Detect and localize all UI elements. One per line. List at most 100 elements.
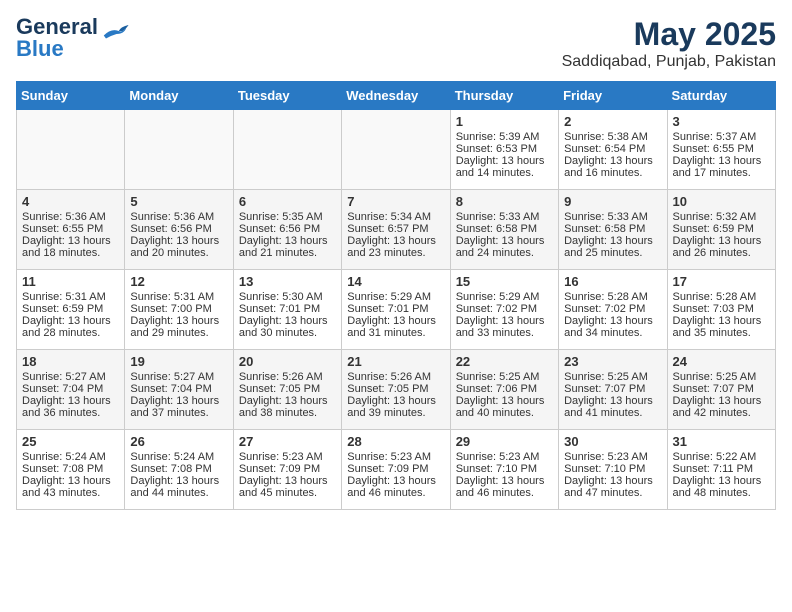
day-info: Sunrise: 5:38 AM [564, 131, 661, 143]
day-info: Daylight: 13 hours [456, 395, 553, 407]
day-info: Daylight: 13 hours [130, 235, 227, 247]
day-info: Sunrise: 5:34 AM [347, 211, 444, 223]
day-info: Daylight: 13 hours [239, 395, 336, 407]
day-info: Sunset: 7:08 PM [22, 463, 119, 475]
day-info: Sunset: 7:01 PM [239, 303, 336, 315]
day-info: and 39 minutes. [347, 407, 444, 419]
calendar-cell: 9Sunrise: 5:33 AMSunset: 6:58 PMDaylight… [559, 190, 667, 270]
calendar-cell: 14Sunrise: 5:29 AMSunset: 7:01 PMDayligh… [342, 270, 450, 350]
day-info: Sunset: 7:09 PM [239, 463, 336, 475]
day-info: Sunrise: 5:28 AM [673, 291, 770, 303]
day-number: 27 [239, 434, 336, 449]
day-number: 11 [22, 274, 119, 289]
day-info: Daylight: 13 hours [22, 395, 119, 407]
day-info: Sunrise: 5:23 AM [239, 451, 336, 463]
calendar-cell: 19Sunrise: 5:27 AMSunset: 7:04 PMDayligh… [125, 350, 233, 430]
day-info: Daylight: 13 hours [239, 235, 336, 247]
week-row-5: 25Sunrise: 5:24 AMSunset: 7:08 PMDayligh… [17, 430, 776, 510]
day-info: and 37 minutes. [130, 407, 227, 419]
day-info: Sunrise: 5:37 AM [673, 131, 770, 143]
calendar-cell: 12Sunrise: 5:31 AMSunset: 7:00 PMDayligh… [125, 270, 233, 350]
day-info: Sunset: 6:53 PM [456, 143, 553, 155]
day-info: Sunrise: 5:30 AM [239, 291, 336, 303]
logo: GeneralBlue [16, 16, 130, 60]
day-info: Sunrise: 5:23 AM [564, 451, 661, 463]
logo-bird-icon [100, 22, 130, 40]
calendar-cell: 28Sunrise: 5:23 AMSunset: 7:09 PMDayligh… [342, 430, 450, 510]
day-number: 3 [673, 114, 770, 129]
day-info: Sunrise: 5:31 AM [22, 291, 119, 303]
day-number: 13 [239, 274, 336, 289]
calendar-cell: 16Sunrise: 5:28 AMSunset: 7:02 PMDayligh… [559, 270, 667, 350]
day-info: and 24 minutes. [456, 247, 553, 259]
day-info: Sunset: 7:02 PM [456, 303, 553, 315]
day-info: Sunset: 7:06 PM [456, 383, 553, 395]
location: Saddiqabad, Punjab, Pakistan [562, 53, 776, 71]
day-info: Sunrise: 5:29 AM [456, 291, 553, 303]
day-info: Sunrise: 5:26 AM [347, 371, 444, 383]
day-info: and 28 minutes. [22, 327, 119, 339]
header-day-saturday: Saturday [667, 82, 775, 110]
day-number: 4 [22, 194, 119, 209]
day-info: and 23 minutes. [347, 247, 444, 259]
day-info: Daylight: 13 hours [564, 315, 661, 327]
day-info: and 41 minutes. [564, 407, 661, 419]
day-info: Sunset: 7:04 PM [130, 383, 227, 395]
day-info: Sunrise: 5:29 AM [347, 291, 444, 303]
day-info: Sunset: 7:05 PM [347, 383, 444, 395]
week-row-1: 1Sunrise: 5:39 AMSunset: 6:53 PMDaylight… [17, 110, 776, 190]
day-info: Sunrise: 5:35 AM [239, 211, 336, 223]
calendar-cell: 25Sunrise: 5:24 AMSunset: 7:08 PMDayligh… [17, 430, 125, 510]
day-info: Daylight: 13 hours [130, 475, 227, 487]
day-info: Sunset: 7:05 PM [239, 383, 336, 395]
day-info: and 45 minutes. [239, 487, 336, 499]
title-section: May 2025 Saddiqabad, Punjab, Pakistan [562, 16, 776, 71]
day-info: Sunrise: 5:31 AM [130, 291, 227, 303]
header-day-thursday: Thursday [450, 82, 558, 110]
day-info: and 36 minutes. [22, 407, 119, 419]
calendar-table: SundayMondayTuesdayWednesdayThursdayFrid… [16, 81, 776, 510]
day-info: and 30 minutes. [239, 327, 336, 339]
day-info: Daylight: 13 hours [673, 395, 770, 407]
day-info: Sunset: 7:10 PM [564, 463, 661, 475]
day-info: Sunrise: 5:24 AM [22, 451, 119, 463]
day-info: Daylight: 13 hours [456, 315, 553, 327]
calendar-cell: 17Sunrise: 5:28 AMSunset: 7:03 PMDayligh… [667, 270, 775, 350]
day-info: Sunrise: 5:33 AM [456, 211, 553, 223]
day-info: and 21 minutes. [239, 247, 336, 259]
calendar-cell: 13 Sunrise: 5:30 AMSunset: 7:01 PMDayligh… [233, 270, 341, 350]
day-info: Daylight: 13 hours [673, 155, 770, 167]
day-number: 15 [456, 274, 553, 289]
day-number: 23 [564, 354, 661, 369]
day-number: 6 [239, 194, 336, 209]
calendar-cell: 1Sunrise: 5:39 AMSunset: 6:53 PMDaylight… [450, 110, 558, 190]
calendar-cell: 27Sunrise: 5:23 AMSunset: 7:09 PMDayligh… [233, 430, 341, 510]
day-info: Sunset: 6:55 PM [22, 223, 119, 235]
day-info: Daylight: 13 hours [673, 315, 770, 327]
calendar-cell: 3Sunrise: 5:37 AMSunset: 6:55 PMDaylight… [667, 110, 775, 190]
calendar-cell: 4Sunrise: 5:36 AMSunset: 6:55 PMDaylight… [17, 190, 125, 270]
day-info: Sunrise: 5:23 AM [456, 451, 553, 463]
day-info: and 43 minutes. [22, 487, 119, 499]
calendar-body: 1Sunrise: 5:39 AMSunset: 6:53 PMDaylight… [17, 110, 776, 510]
day-info: and 47 minutes. [564, 487, 661, 499]
day-info: Sunrise: 5:36 AM [130, 211, 227, 223]
day-info: Sunrise: 5:25 AM [673, 371, 770, 383]
calendar-cell: 6Sunrise: 5:35 AMSunset: 6:56 PMDaylight… [233, 190, 341, 270]
day-info: Daylight: 13 hours [564, 155, 661, 167]
day-info: Sunset: 6:58 PM [456, 223, 553, 235]
calendar-cell: 18Sunrise: 5:27 AMSunset: 7:04 PMDayligh… [17, 350, 125, 430]
day-info: Sunset: 7:04 PM [22, 383, 119, 395]
day-number: 26 [130, 434, 227, 449]
calendar-cell: 23Sunrise: 5:25 AMSunset: 7:07 PMDayligh… [559, 350, 667, 430]
day-info: and 17 minutes. [673, 167, 770, 179]
day-info: Sunset: 6:54 PM [564, 143, 661, 155]
day-info: Sunset: 6:56 PM [130, 223, 227, 235]
day-info: Daylight: 13 hours [456, 235, 553, 247]
day-info: Sunrise: 5:25 AM [456, 371, 553, 383]
calendar-cell: 22Sunrise: 5:25 AMSunset: 7:06 PMDayligh… [450, 350, 558, 430]
day-number: 12 [130, 274, 227, 289]
day-number: 7 [347, 194, 444, 209]
day-info: Daylight: 13 hours [239, 315, 336, 327]
day-number: 20 [239, 354, 336, 369]
